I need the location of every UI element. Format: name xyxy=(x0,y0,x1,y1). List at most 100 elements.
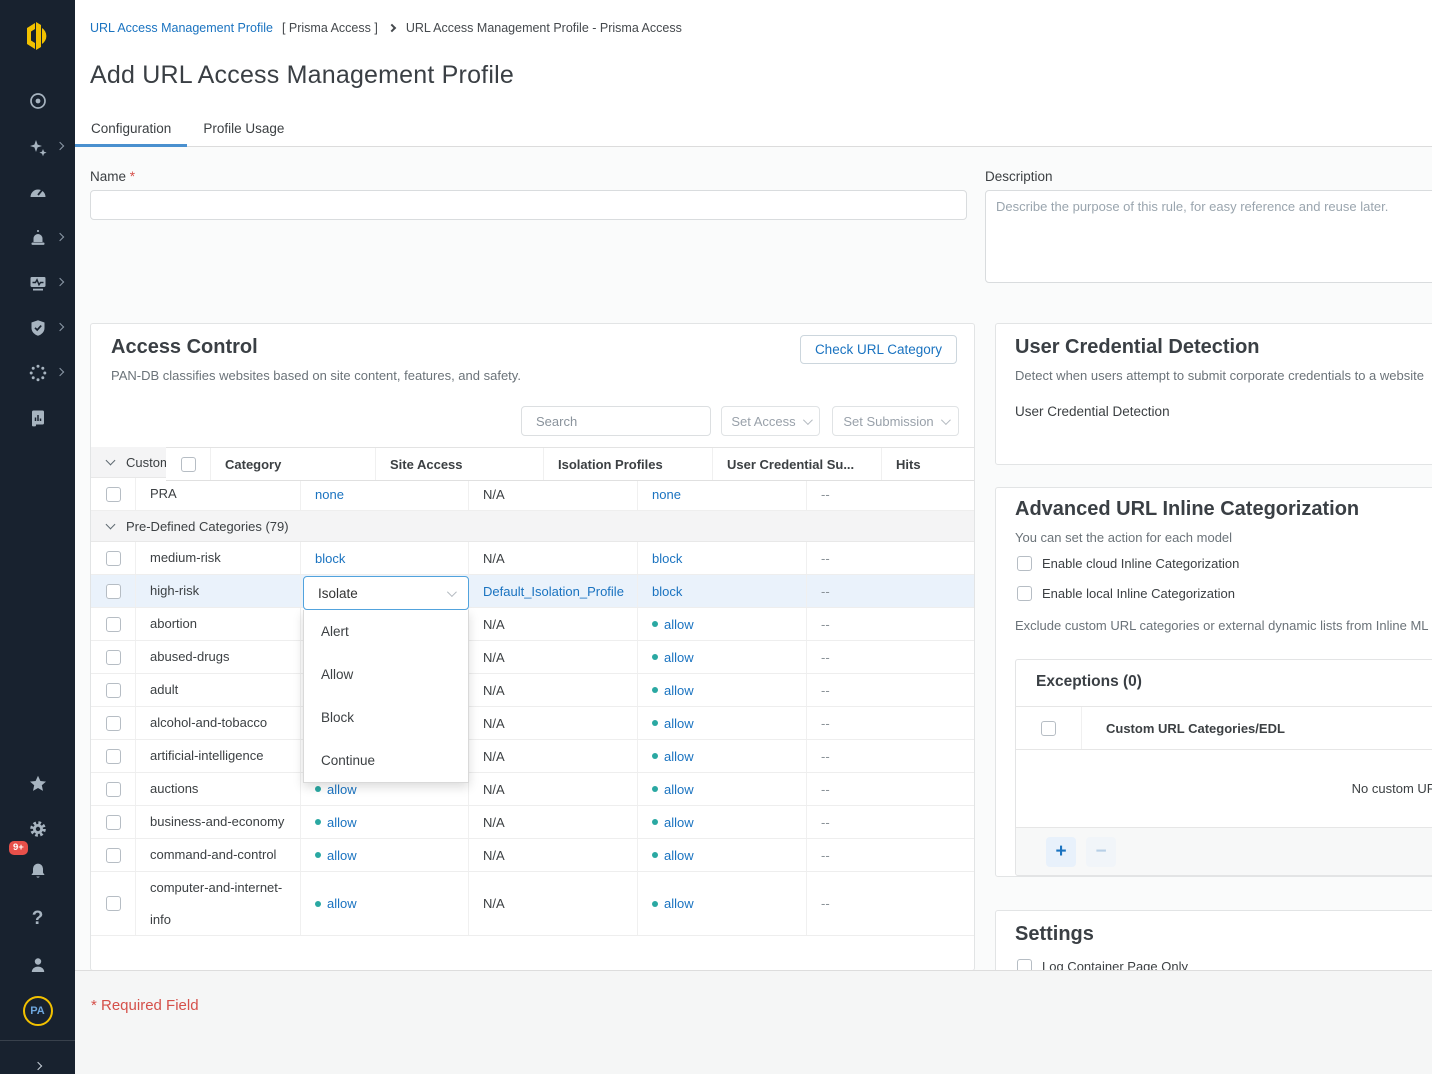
row-checkbox[interactable] xyxy=(106,650,121,665)
sidebar-item-security[interactable] xyxy=(0,306,75,350)
site-access-value[interactable]: allow xyxy=(327,848,357,863)
sidebar-item-favorites[interactable] xyxy=(0,762,75,806)
exceptions-select-all-checkbox[interactable] xyxy=(1041,721,1056,736)
isolation-cell: N/A xyxy=(469,608,638,640)
tab-profile-usage[interactable]: Profile Usage xyxy=(187,113,300,147)
sidebar-item-reports[interactable] xyxy=(0,396,75,440)
category-search[interactable] xyxy=(521,406,711,436)
row-checkbox[interactable] xyxy=(106,551,121,566)
sidebar-item-operations[interactable] xyxy=(0,261,75,305)
site-access-select[interactable]: Isolate xyxy=(303,576,469,610)
enable-local-checkbox[interactable] xyxy=(1017,586,1032,601)
search-input[interactable] xyxy=(532,414,712,429)
user-credential-value[interactable]: block xyxy=(652,551,682,566)
user-credential-value[interactable]: allow xyxy=(664,650,694,665)
category-cell: PRA xyxy=(136,478,301,510)
sidebar-expand-button[interactable] xyxy=(0,1044,75,1074)
row-select-cell xyxy=(91,839,136,871)
group-row[interactable]: Pre-Defined Categories (79) xyxy=(91,511,975,542)
row-select-cell xyxy=(91,773,136,805)
dropdown-option-alert[interactable]: Alert xyxy=(304,610,468,653)
isolation-value: N/A xyxy=(483,749,505,764)
user-credential-value[interactable]: allow xyxy=(664,782,694,797)
site-access-value[interactable]: allow xyxy=(327,896,357,911)
set-submission-button[interactable]: Set Submission xyxy=(832,406,959,436)
user-credential-value[interactable]: allow xyxy=(664,749,694,764)
row-select-cell xyxy=(91,674,136,706)
table-row: artificial-intelligenceallowN/Aallow-- xyxy=(91,740,975,773)
row-checkbox[interactable] xyxy=(106,848,121,863)
access-control-title: Access Control xyxy=(111,336,258,359)
dropdown-option-continue[interactable]: Continue xyxy=(304,739,468,782)
row-checkbox[interactable] xyxy=(106,896,121,911)
row-checkbox[interactable] xyxy=(106,782,121,797)
sidebar-item-workflows[interactable] xyxy=(0,351,75,395)
site-access-value[interactable]: allow xyxy=(327,815,357,830)
row-checkbox[interactable] xyxy=(106,683,121,698)
sidebar-item-user[interactable] xyxy=(0,943,75,987)
row-checkbox[interactable] xyxy=(106,716,121,731)
categories-table: CategorySite AccessIsolation ProfilesUse… xyxy=(91,447,975,936)
row-checkbox[interactable] xyxy=(106,584,121,599)
row-checkbox[interactable] xyxy=(106,617,121,632)
breadcrumb-link[interactable]: URL Access Management Profile xyxy=(90,21,273,35)
user-credential-value[interactable]: allow xyxy=(664,848,694,863)
isolation-value: N/A xyxy=(483,896,505,911)
dropdown-option-allow[interactable]: Allow xyxy=(304,653,468,696)
row-select-cell xyxy=(91,641,136,673)
add-exception-button[interactable]: + xyxy=(1046,837,1076,867)
user-credential-value[interactable]: allow xyxy=(664,683,694,698)
user-credential-value[interactable]: none xyxy=(652,487,681,502)
allow-status-dot xyxy=(315,786,321,792)
column-header-2[interactable]: Isolation Profiles xyxy=(544,448,713,480)
table-header-row: CategorySite AccessIsolation ProfilesUse… xyxy=(166,447,975,481)
sidebar-item-help[interactable]: ? xyxy=(0,897,75,941)
sidebar-item-account[interactable]: PA xyxy=(0,989,75,1033)
row-checkbox[interactable] xyxy=(106,487,121,502)
shield-check-icon xyxy=(28,318,48,338)
category-cell: business-and-economy xyxy=(136,806,301,838)
access-control-subtitle: PAN-DB classifies websites based on site… xyxy=(111,368,521,383)
user-credential-value[interactable]: allow xyxy=(664,896,694,911)
user-credential-value[interactable]: allow xyxy=(664,815,694,830)
overview-icon xyxy=(28,91,48,111)
isolation-cell: N/A xyxy=(469,542,638,574)
site-access-value[interactable]: block xyxy=(315,551,345,566)
description-input[interactable] xyxy=(985,190,1432,283)
category-cell: computer-and-internet-info xyxy=(136,872,301,935)
remove-exception-button[interactable]: − xyxy=(1086,837,1116,867)
sidebar-item-incidents[interactable] xyxy=(0,216,75,260)
exclude-text: Exclude custom URL categories or externa… xyxy=(1015,618,1432,633)
table-row: alcohol-and-tobaccoallowN/Aallow-- xyxy=(91,707,975,740)
dropdown-option-block[interactable]: Block xyxy=(304,696,468,739)
select-all-checkbox[interactable] xyxy=(181,457,196,472)
user-credential-value[interactable]: block xyxy=(652,584,682,599)
row-checkbox[interactable] xyxy=(106,815,121,830)
isolation-value: N/A xyxy=(483,782,505,797)
sidebar-item-insights[interactable] xyxy=(0,125,75,169)
sidebar-item-dashboards[interactable] xyxy=(0,170,75,214)
isolation-cell: N/A xyxy=(469,740,638,772)
chevron-right-icon xyxy=(56,368,64,376)
user-credential-value[interactable]: allow xyxy=(664,716,694,731)
check-url-category-button[interactable]: Check URL Category xyxy=(800,335,957,364)
site-access-value[interactable]: none xyxy=(315,487,344,502)
allow-status-dot xyxy=(652,901,658,907)
column-header-3[interactable]: User Credential Su... xyxy=(713,448,882,480)
tab-configuration[interactable]: Configuration xyxy=(75,113,187,147)
row-checkbox[interactable] xyxy=(106,749,121,764)
column-header-1[interactable]: Site Access xyxy=(376,448,544,480)
name-label: Name * xyxy=(90,169,135,184)
user-credential-value[interactable]: allow xyxy=(664,617,694,632)
sidebar-item-notifications[interactable]: 9+ xyxy=(0,849,75,893)
sidebar-item-overview[interactable] xyxy=(0,79,75,123)
set-access-button[interactable]: Set Access xyxy=(721,406,820,436)
name-input[interactable] xyxy=(90,190,967,220)
enable-cloud-checkbox[interactable] xyxy=(1017,556,1032,571)
isolation-profile-link[interactable]: Default_Isolation_Profile xyxy=(483,584,624,599)
prisma-access-logo-icon[interactable] xyxy=(19,16,57,56)
allow-status-dot xyxy=(652,786,658,792)
site-access-value[interactable]: allow xyxy=(327,782,357,797)
column-header-0[interactable]: Category xyxy=(211,448,376,480)
column-header-4[interactable]: Hits xyxy=(882,448,975,480)
